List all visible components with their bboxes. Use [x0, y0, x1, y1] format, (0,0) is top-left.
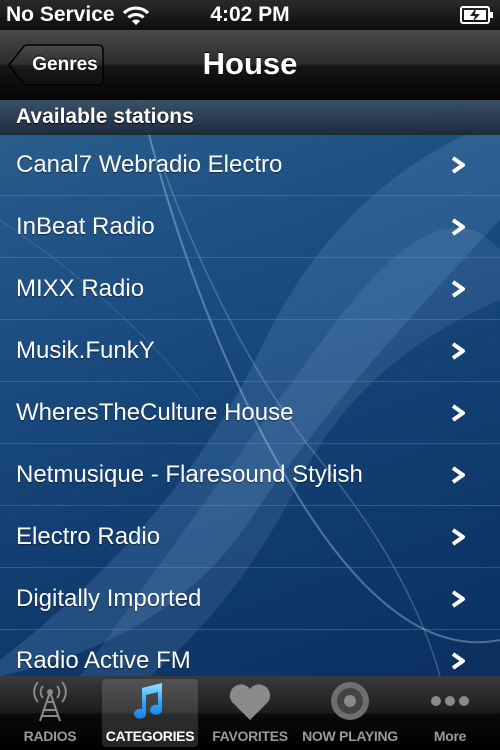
station-row[interactable]: Radio Active FM	[0, 630, 500, 676]
section-header-label: Available stations	[16, 105, 194, 128]
station-name: Netmusique - Flaresound Stylish	[16, 461, 363, 488]
tab-label: NOW PLAYING	[302, 728, 398, 744]
chevron-right-icon	[451, 652, 465, 670]
station-name: Canal7 Webradio Electro	[16, 151, 283, 178]
station-name: WheresTheCulture House	[16, 399, 294, 426]
chevron-right-icon	[451, 590, 465, 608]
back-button-label: Genres	[32, 54, 98, 75]
station-row[interactable]: Canal7 Webradio Electro	[0, 134, 500, 196]
station-list: Canal7 Webradio Electro InBeat Radio MIX…	[0, 134, 500, 676]
chevron-right-icon	[451, 528, 465, 546]
back-button[interactable]: Genres	[8, 44, 104, 86]
navigation-bar: Genres House	[0, 30, 500, 101]
tab-more[interactable]: More	[400, 676, 500, 750]
tab-label: More	[433, 728, 467, 744]
station-row[interactable]: MIXX Radio	[0, 258, 500, 320]
music-note-icon	[134, 683, 162, 719]
speaker-icon	[331, 682, 369, 720]
station-row[interactable]: Digitally Imported	[0, 568, 500, 630]
station-row[interactable]: WheresTheCulture House	[0, 382, 500, 444]
station-name: InBeat Radio	[16, 213, 155, 240]
tab-label: FAVORITES	[212, 728, 288, 744]
more-dots-icon	[431, 696, 469, 706]
chevron-right-icon	[451, 466, 465, 484]
radio-tower-icon	[33, 681, 67, 722]
station-name: Musik.FunkY	[16, 337, 155, 364]
station-list-view[interactable]: Available stations Canal7 Webradio Elect…	[0, 100, 500, 676]
station-row[interactable]: Musik.FunkY	[0, 320, 500, 382]
tab-label: CATEGORIES	[105, 728, 195, 744]
station-name: MIXX Radio	[16, 275, 145, 302]
chevron-right-icon	[451, 280, 465, 298]
chevron-right-icon	[451, 218, 465, 236]
heart-icon	[229, 684, 271, 720]
tab-favorites[interactable]: FAVORITES	[200, 676, 300, 750]
station-name: Radio Active FM	[16, 647, 191, 674]
station-row[interactable]: Electro Radio	[0, 506, 500, 568]
chevron-right-icon	[451, 342, 465, 360]
tab-label: RADIOS	[23, 728, 77, 744]
chevron-right-icon	[451, 156, 465, 174]
station-name: Electro Radio	[16, 523, 161, 550]
tab-bar: RADIOS CATEGORIES FAVORITES NOW PLAYING	[0, 676, 500, 750]
status-time: 4:02 PM	[210, 3, 290, 26]
station-row[interactable]: Netmusique - Flaresound Stylish	[0, 444, 500, 506]
tab-radios[interactable]: RADIOS	[0, 676, 100, 750]
station-name: Digitally Imported	[16, 585, 202, 612]
station-row[interactable]: InBeat Radio	[0, 196, 500, 258]
chevron-right-icon	[451, 404, 465, 422]
status-bar: No Service 4:02 PM	[0, 0, 500, 30]
tab-now-playing[interactable]: NOW PLAYING	[300, 676, 400, 750]
section-header: Available stations	[0, 100, 500, 135]
tab-categories[interactable]: CATEGORIES	[102, 679, 198, 747]
battery-charging-icon	[460, 6, 493, 24]
